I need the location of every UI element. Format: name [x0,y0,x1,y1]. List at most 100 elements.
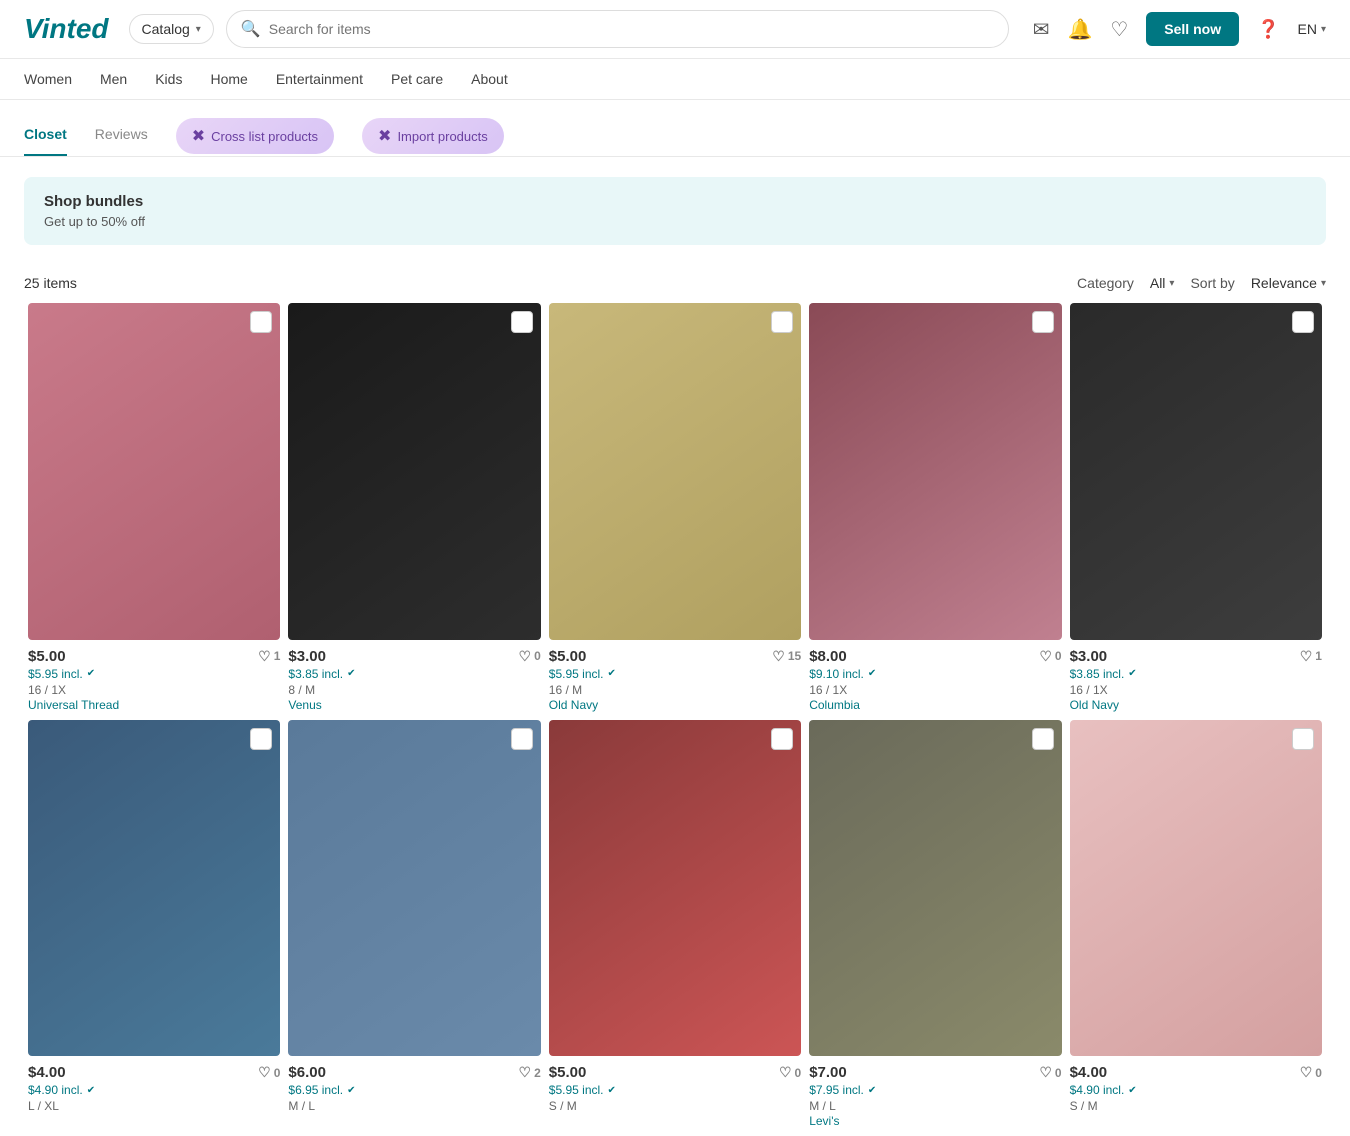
product-card[interactable]: $3.00 ♡ 1 $3.85 incl. ✔ 16 / 1X Old Navy [1066,303,1326,712]
product-checkbox[interactable] [1032,728,1054,750]
price-incl: $3.85 incl. ✔ [1070,667,1322,681]
product-checkbox[interactable] [1032,311,1054,333]
like-button[interactable]: ♡ 15 [772,648,801,665]
like-count: 0 [1055,649,1062,663]
product-checkbox[interactable] [1292,311,1314,333]
product-image [549,720,801,1057]
nav-item-about[interactable]: About [471,71,508,87]
product-price: $4.00 ♡ 0 [1070,1064,1322,1081]
product-price: $8.00 ♡ 0 [809,648,1061,665]
product-card[interactable]: $4.00 ♡ 0 $4.90 incl. ✔ L / XL [24,720,284,1129]
product-card[interactable]: $8.00 ♡ 0 $9.10 incl. ✔ 16 / 1X Columbia [805,303,1065,712]
verified-icon: ✔ [608,668,616,679]
price-value: $3.00 [1070,648,1108,665]
product-checkbox[interactable] [1292,728,1314,750]
heart-icon: ♡ [519,648,532,665]
bundle-title: Shop bundles [44,193,1306,210]
price-value: $4.00 [1070,1064,1108,1081]
sell-button[interactable]: Sell now [1146,12,1239,46]
like-button[interactable]: ♡ 1 [1300,648,1322,665]
like-button[interactable]: ♡ 0 [1039,1064,1061,1081]
nav-item-women[interactable]: Women [24,71,72,87]
import-icon: ✖ [378,126,391,146]
crosslist-label: Cross list products [211,129,318,144]
product-image-wrap [809,720,1061,1057]
product-card[interactable]: $5.00 ♡ 1 $5.95 incl. ✔ 16 / 1X Universa… [24,303,284,712]
tab-reviews[interactable]: Reviews [95,116,148,156]
like-count: 15 [788,649,801,663]
catalog-dropdown[interactable]: Catalog ▾ [129,14,214,44]
product-checkbox[interactable] [511,311,533,333]
product-card[interactable]: $5.00 ♡ 0 $5.95 incl. ✔ S / M [545,720,805,1129]
product-price: $5.00 ♡ 1 [28,648,280,665]
product-card[interactable]: $4.00 ♡ 0 $4.90 incl. ✔ S / M [1066,720,1326,1129]
like-count: 0 [1055,1066,1062,1080]
sort-dropdown[interactable]: Relevance ▾ [1251,275,1326,291]
product-price: $3.00 ♡ 0 [288,648,540,665]
logo[interactable]: Vinted [24,13,109,45]
like-count: 1 [274,649,281,663]
product-card[interactable]: $3.00 ♡ 0 $3.85 incl. ✔ 8 / M Venus [284,303,544,712]
price-value: $5.00 [549,648,587,665]
bundle-subtitle: Get up to 50% off [44,214,1306,229]
nav-item-kids[interactable]: Kids [155,71,182,87]
product-checkbox[interactable] [511,728,533,750]
language-selector[interactable]: EN ▾ [1298,21,1326,37]
product-card[interactable]: $5.00 ♡ 15 $5.95 incl. ✔ 16 / M Old Navy [545,303,805,712]
like-button[interactable]: ♡ 1 [258,648,280,665]
heart-icon: ♡ [519,1064,532,1081]
product-size: L / XL [28,1099,280,1113]
product-checkbox[interactable] [250,311,272,333]
crosslist-icon: ✖ [192,126,205,146]
product-image-wrap [1070,303,1322,640]
bundle-banner[interactable]: Shop bundles Get up to 50% off [24,177,1326,245]
product-image-wrap [288,303,540,640]
like-button[interactable]: ♡ 0 [779,1064,801,1081]
like-button[interactable]: ♡ 0 [1039,648,1061,665]
help-icon[interactable]: ❓ [1257,19,1279,40]
nav-item-petcare[interactable]: Pet care [391,71,443,87]
language-chevron-icon: ▾ [1321,24,1326,35]
product-card[interactable]: $6.00 ♡ 2 $6.95 incl. ✔ M / L [284,720,544,1129]
sort-chevron-icon: ▾ [1321,278,1326,289]
items-toolbar: 25 items Category All ▾ Sort by Relevanc… [0,265,1350,303]
product-brand: Venus [288,698,540,712]
category-dropdown[interactable]: All ▾ [1150,275,1175,291]
price-incl-value: $3.85 incl. [1070,667,1125,681]
product-card[interactable]: $7.00 ♡ 0 $7.95 incl. ✔ M / L Levi's [805,720,1065,1129]
product-image [809,720,1061,1057]
category-label: Category [1077,275,1134,291]
nav-item-home[interactable]: Home [210,71,247,87]
import-button[interactable]: ✖ Import products [362,118,504,154]
product-image [28,303,280,640]
tab-closet[interactable]: Closet [24,116,67,156]
product-checkbox[interactable] [771,311,793,333]
like-button[interactable]: ♡ 0 [519,648,541,665]
product-checkbox[interactable] [771,728,793,750]
product-image-wrap [28,720,280,1057]
import-label: Import products [397,129,487,144]
verified-icon: ✔ [347,668,355,679]
catalog-chevron-icon: ▾ [196,24,201,35]
search-input[interactable] [269,21,994,37]
sort-label: Sort by [1190,275,1234,291]
price-incl: $7.95 incl. ✔ [809,1083,1061,1097]
like-button[interactable]: ♡ 0 [258,1064,280,1081]
notifications-icon[interactable]: 🔔 [1067,17,1092,42]
nav-item-entertainment[interactable]: Entertainment [276,71,363,87]
products-grid: $5.00 ♡ 1 $5.95 incl. ✔ 16 / 1X Universa… [0,303,1350,1136]
heart-icon: ♡ [258,648,271,665]
heart-icon: ♡ [1300,1064,1313,1081]
catalog-label: Catalog [142,21,190,37]
like-button[interactable]: ♡ 2 [519,1064,541,1081]
product-checkbox[interactable] [250,728,272,750]
product-image [28,720,280,1057]
nav-item-men[interactable]: Men [100,71,127,87]
like-button[interactable]: ♡ 0 [1300,1064,1322,1081]
verified-icon: ✔ [868,668,876,679]
price-incl-value: $5.95 incl. [28,667,83,681]
favorites-icon[interactable]: ♡ [1110,17,1128,42]
crosslist-button[interactable]: ✖ Cross list products [176,118,334,154]
messages-icon[interactable]: ✉ [1033,17,1050,42]
price-incl-value: $7.95 incl. [809,1083,864,1097]
